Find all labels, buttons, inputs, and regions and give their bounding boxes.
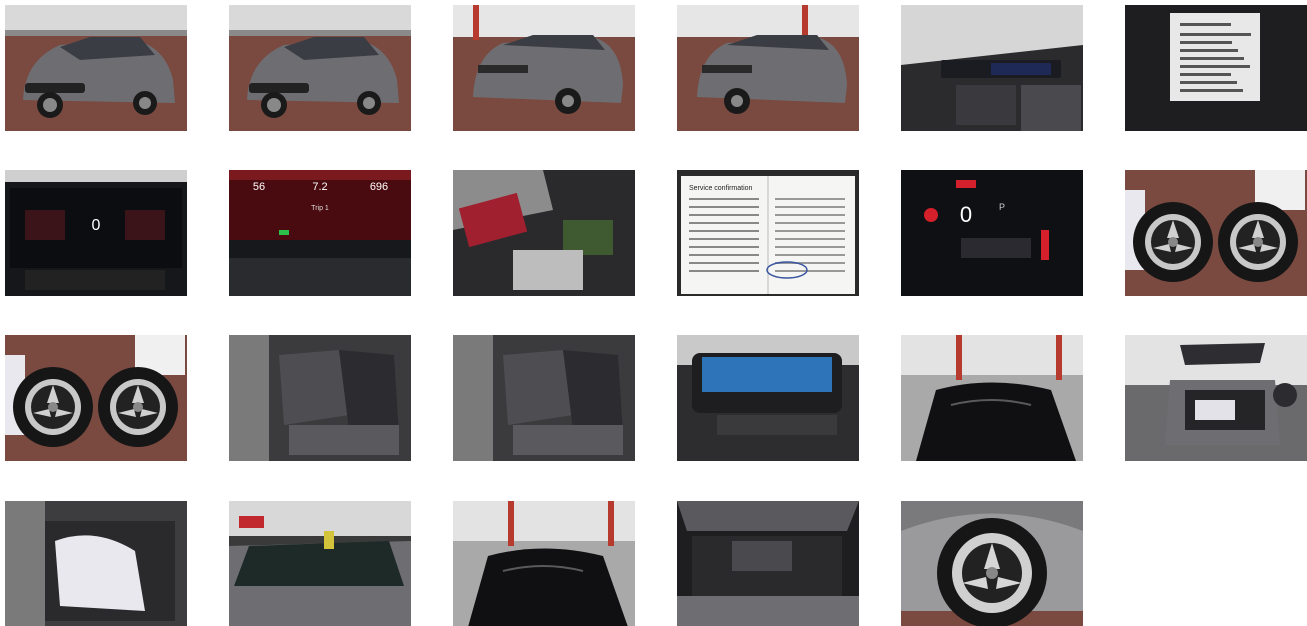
vin-plate-photo[interactable]	[1125, 5, 1307, 131]
photo-image	[453, 5, 635, 131]
svg-text:Trip 1: Trip 1	[311, 205, 329, 212]
front-wheel-photo[interactable]	[901, 501, 1083, 626]
photo-image	[5, 501, 187, 626]
rear-left-exterior-photo[interactable]	[453, 5, 635, 131]
photo-image	[901, 335, 1083, 461]
service-book-photo[interactable]: Service confirmation	[677, 170, 859, 296]
photo-image	[677, 5, 859, 131]
photo-image	[901, 501, 1083, 626]
instrument-cluster-photo[interactable]: 0	[5, 170, 187, 296]
photo-image: 0	[5, 170, 187, 296]
photo-image	[677, 335, 859, 461]
photo-gallery: 0 56 7.2 696 Trip 1 Service confirmation	[0, 0, 1307, 626]
photo-image	[1125, 335, 1307, 461]
photo-image	[453, 501, 635, 626]
svg-text:696: 696	[370, 181, 388, 193]
photo-image	[453, 170, 635, 296]
photo-image: 56 7.2 696 Trip 1	[229, 170, 411, 296]
photo-image	[1125, 5, 1307, 131]
photo-image	[901, 5, 1083, 131]
windscreen-photo[interactable]	[229, 501, 411, 626]
photo-image	[229, 5, 411, 131]
trip-computer-photo[interactable]: 56 7.2 696 Trip 1	[229, 170, 411, 296]
svg-text:7.2: 7.2	[312, 181, 327, 193]
front-left-exterior-photo[interactable]	[5, 5, 187, 131]
dashboard-interior-photo[interactable]	[901, 5, 1083, 131]
bag-accessories-photo[interactable]	[677, 335, 859, 461]
svg-text:56: 56	[253, 181, 265, 193]
speed-readout: 0	[92, 217, 101, 234]
center-console-photo[interactable]	[453, 170, 635, 296]
photo-image	[5, 335, 187, 461]
spare-wheels-2-photo[interactable]	[5, 335, 187, 461]
front-seat-photo[interactable]	[453, 335, 635, 461]
photo-image	[5, 5, 187, 131]
photo-image	[677, 501, 859, 626]
photo-image	[229, 501, 411, 626]
rear-right-exterior-photo[interactable]	[677, 5, 859, 131]
roof-photo[interactable]	[901, 335, 1083, 461]
photo-image	[229, 335, 411, 461]
rear-seats-photo[interactable]	[229, 335, 411, 461]
front-right-exterior-photo[interactable]	[229, 5, 411, 131]
photo-image: Service confirmation	[677, 170, 859, 296]
rear-door-open-photo[interactable]	[5, 501, 187, 626]
spare-wheels-photo[interactable]	[1125, 170, 1307, 296]
svg-text:0: 0	[960, 202, 972, 227]
svg-text:Service confirmation: Service confirmation	[689, 185, 753, 192]
photo-image	[453, 335, 635, 461]
photo-image	[1125, 170, 1307, 296]
svg-text:P: P	[999, 202, 1005, 212]
open-boot-photo[interactable]	[1125, 335, 1307, 461]
roof-front-photo[interactable]	[453, 501, 635, 626]
photo-image: 0 P	[901, 170, 1083, 296]
warning-display-photo[interactable]: 0 P	[901, 170, 1083, 296]
engine-bay-photo[interactable]	[677, 501, 859, 626]
